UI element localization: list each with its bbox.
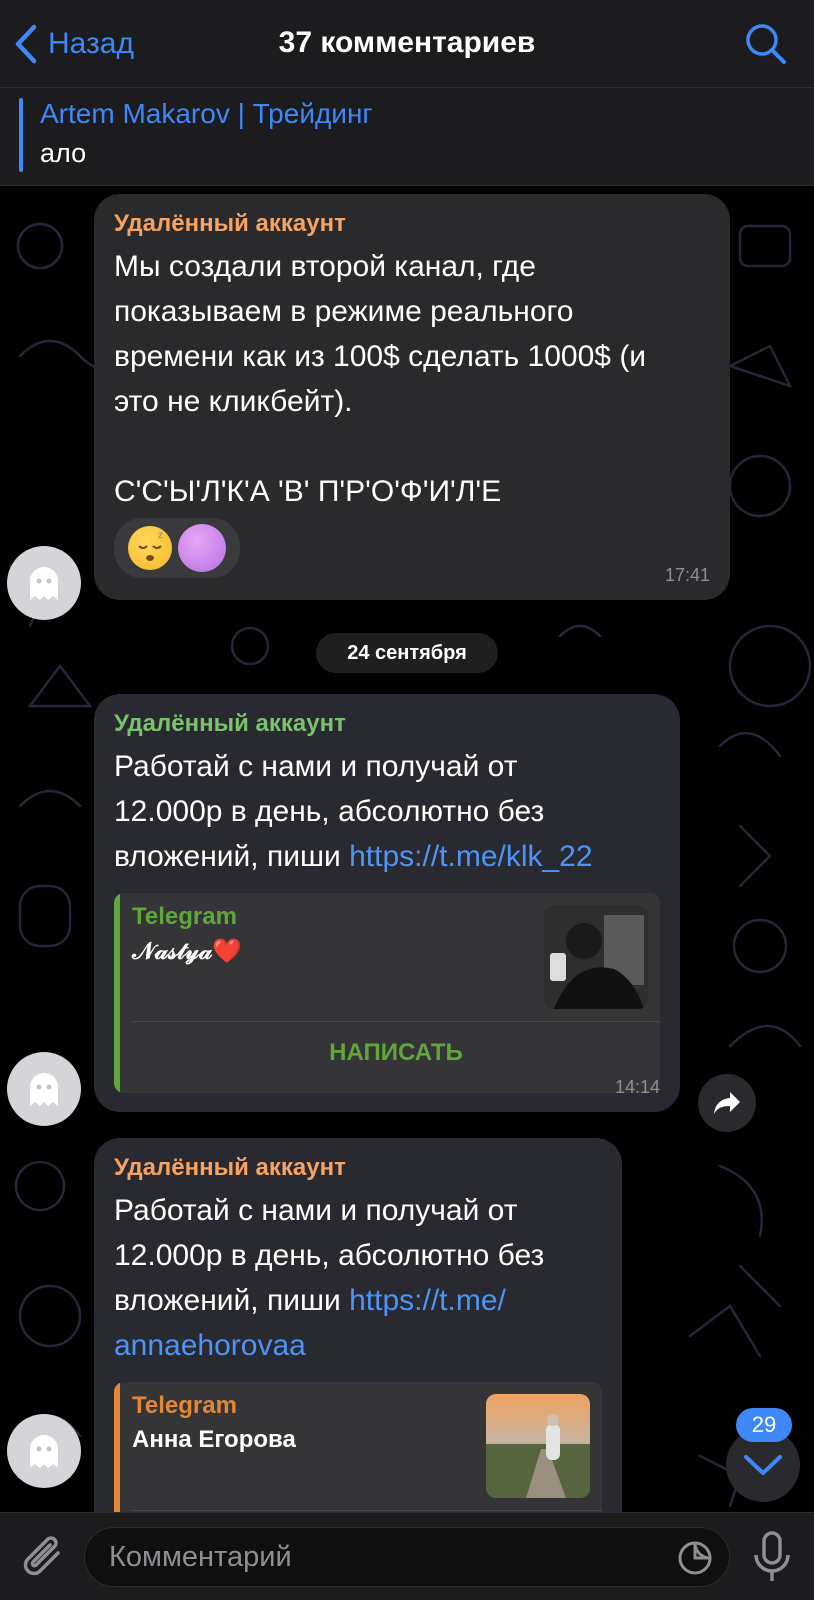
message-time: 14:14 [614, 1077, 660, 1097]
sleeping-face-emoji[interactable]: z [128, 526, 172, 570]
pinned-text: ало [40, 138, 87, 168]
microphone-button[interactable] [752, 1529, 792, 1585]
message-sender: Удалённый аккаунт [114, 210, 346, 237]
comment-input[interactable] [109, 1528, 649, 1586]
link-preview[interactable]: Telegram Анна Егорова [114, 1382, 602, 1512]
comment-input-container [84, 1527, 730, 1587]
unread-count-badge: 29 [736, 1408, 792, 1442]
message-time: 17:41 [664, 565, 710, 585]
preview-thumbnail [544, 905, 648, 1009]
chevron-down-icon [744, 1455, 782, 1475]
search-button[interactable] [744, 22, 788, 66]
avatar[interactable] [7, 1414, 81, 1488]
preview-accent-stripe [114, 1382, 120, 1512]
purple-circle-emoji[interactable] [178, 524, 226, 572]
preview-divider [132, 1510, 602, 1511]
ghost-icon [30, 567, 58, 600]
ghost-icon [30, 1073, 58, 1106]
preview-thumbnail [486, 1394, 590, 1498]
preview-site: Telegram [132, 1392, 237, 1419]
pinned-accent-bar [19, 98, 23, 172]
sticker-button[interactable] [677, 1540, 713, 1576]
attach-button[interactable] [20, 1531, 68, 1585]
preview-action-button[interactable]: НАПИСАТЬ [132, 1039, 660, 1067]
page-title: 37 комментариев [278, 26, 536, 59]
reactions-bar[interactable]: z [114, 518, 240, 578]
message-bubble[interactable]: Удалённый аккаунт Мы создали второй кана… [94, 194, 730, 600]
message-bubble[interactable]: Удалённый аккаунт Работай с нами и получ… [94, 1138, 622, 1512]
chat-area[interactable]: Удалённый аккаунт Мы создали второй кана… [0, 186, 814, 1512]
preview-divider [132, 1021, 660, 1022]
message-sender: Удалённый аккаунт [114, 710, 346, 737]
search-icon [746, 24, 786, 64]
header-bar: Назад 37 комментариев [0, 0, 814, 88]
composer-bar [0, 1512, 814, 1600]
message-text: Мы создали второй канал, где показываем … [114, 250, 647, 508]
preview-site: Telegram [132, 903, 237, 930]
date-separator: 24 сентября [316, 633, 498, 673]
message-sender: Удалённый аккаунт [114, 1154, 346, 1181]
microphone-icon [754, 1531, 790, 1581]
preview-title: 𝒩𝒶𝓈𝓉𝓎𝒶❤️ [132, 938, 243, 965]
svg-text:z: z [158, 530, 163, 541]
paperclip-icon [23, 1536, 60, 1576]
message-bubble[interactable]: Удалённый аккаунт Работай с нами и получ… [94, 694, 680, 1112]
preview-accent-stripe [114, 893, 120, 1093]
avatar[interactable] [7, 1052, 81, 1126]
pinned-title: Artem Makarov | Трейдинг [40, 98, 373, 129]
avatar[interactable] [7, 546, 81, 620]
sticker-icon [678, 1541, 712, 1575]
share-arrow-icon [714, 1092, 740, 1114]
link-preview[interactable]: Telegram 𝒩𝒶𝓈𝓉𝓎𝒶❤️ НАПИСАТЬ [114, 893, 660, 1093]
pinned-message[interactable]: Artem Makarov | Трейдинг ало [0, 88, 814, 186]
preview-title: Анна Егорова [132, 1426, 296, 1453]
message-link[interactable]: https://t.me/klk_22 [349, 840, 592, 873]
share-button[interactable] [698, 1074, 756, 1132]
ghost-icon [30, 1435, 58, 1468]
